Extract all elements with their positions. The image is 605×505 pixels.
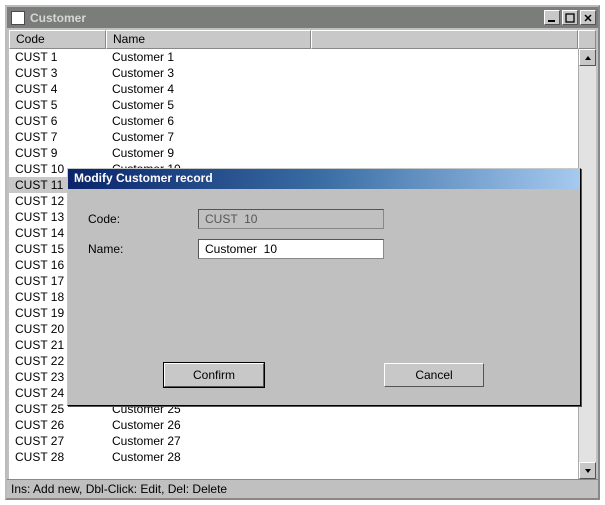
column-header-blank [311, 30, 578, 49]
maximize-icon [565, 13, 575, 23]
column-header-scroll-corner [578, 30, 596, 49]
cell-code: CUST 3 [9, 65, 106, 81]
cell-code: CUST 26 [9, 417, 106, 433]
dialog-title: Modify Customer record [68, 169, 580, 189]
cell-code: CUST 5 [9, 97, 106, 113]
scroll-up-button[interactable] [579, 49, 596, 66]
table-row[interactable]: CUST 5Customer 5 [9, 97, 578, 113]
cell-code: CUST 6 [9, 113, 106, 129]
cell-name: Customer 28 [106, 449, 311, 465]
table-row[interactable]: CUST 28Customer 28 [9, 449, 578, 465]
table-row[interactable]: CUST 4Customer 4 [9, 81, 578, 97]
statusbar-text: Ins: Add new, Dbl-Click: Edit, Del: Dele… [11, 482, 227, 496]
cell-name: Customer 3 [106, 65, 311, 81]
table-row[interactable]: CUST 26Customer 26 [9, 417, 578, 433]
table-row[interactable]: CUST 9Customer 9 [9, 145, 578, 161]
minimize-icon [547, 13, 557, 23]
cell-name: Customer 9 [106, 145, 311, 161]
cell-name: Customer 27 [106, 433, 311, 449]
cell-name: Customer 26 [106, 417, 311, 433]
table-row[interactable]: CUST 27Customer 27 [9, 433, 578, 449]
name-label: Name: [88, 242, 198, 256]
table-row[interactable]: CUST 1Customer 1 [9, 49, 578, 65]
cell-name: Customer 6 [106, 113, 311, 129]
cell-code: CUST 4 [9, 81, 106, 97]
cell-name: Customer 7 [106, 129, 311, 145]
code-input [198, 209, 384, 229]
code-label: Code: [88, 212, 198, 226]
scroll-down-button[interactable] [579, 462, 596, 479]
statusbar: Ins: Add new, Dbl-Click: Edit, Del: Dele… [7, 479, 598, 498]
cell-code: CUST 27 [9, 433, 106, 449]
cell-name: Customer 4 [106, 81, 311, 97]
chevron-down-icon [584, 467, 592, 475]
table-row[interactable]: CUST 6Customer 6 [9, 113, 578, 129]
cell-name: Customer 5 [106, 97, 311, 113]
scroll-track[interactable] [579, 66, 596, 462]
window-title: Customer [30, 11, 544, 25]
titlebar: Customer [7, 7, 598, 28]
cell-code: CUST 1 [9, 49, 106, 65]
grid-header: Code Name [9, 30, 596, 49]
cell-name: Customer 1 [106, 49, 311, 65]
close-icon [583, 13, 593, 23]
window-frame: Customer Code Name CUST 1Customer 1CUST … [5, 5, 600, 500]
modify-customer-dialog: Modify Customer record Code: Name: Confi… [67, 168, 581, 406]
maximize-button[interactable] [562, 10, 578, 25]
table-row[interactable]: CUST 7Customer 7 [9, 129, 578, 145]
cell-code: CUST 28 [9, 449, 106, 465]
cell-code: CUST 7 [9, 129, 106, 145]
column-header-name[interactable]: Name [106, 30, 311, 49]
column-header-code[interactable]: Code [9, 30, 106, 49]
app-icon [11, 11, 25, 25]
cancel-button[interactable]: Cancel [384, 363, 484, 387]
name-input[interactable] [198, 239, 384, 259]
chevron-up-icon [584, 54, 592, 62]
minimize-button[interactable] [544, 10, 560, 25]
close-button[interactable] [580, 10, 596, 25]
confirm-button[interactable]: Confirm [164, 363, 264, 387]
table-row[interactable]: CUST 3Customer 3 [9, 65, 578, 81]
cell-code: CUST 9 [9, 145, 106, 161]
